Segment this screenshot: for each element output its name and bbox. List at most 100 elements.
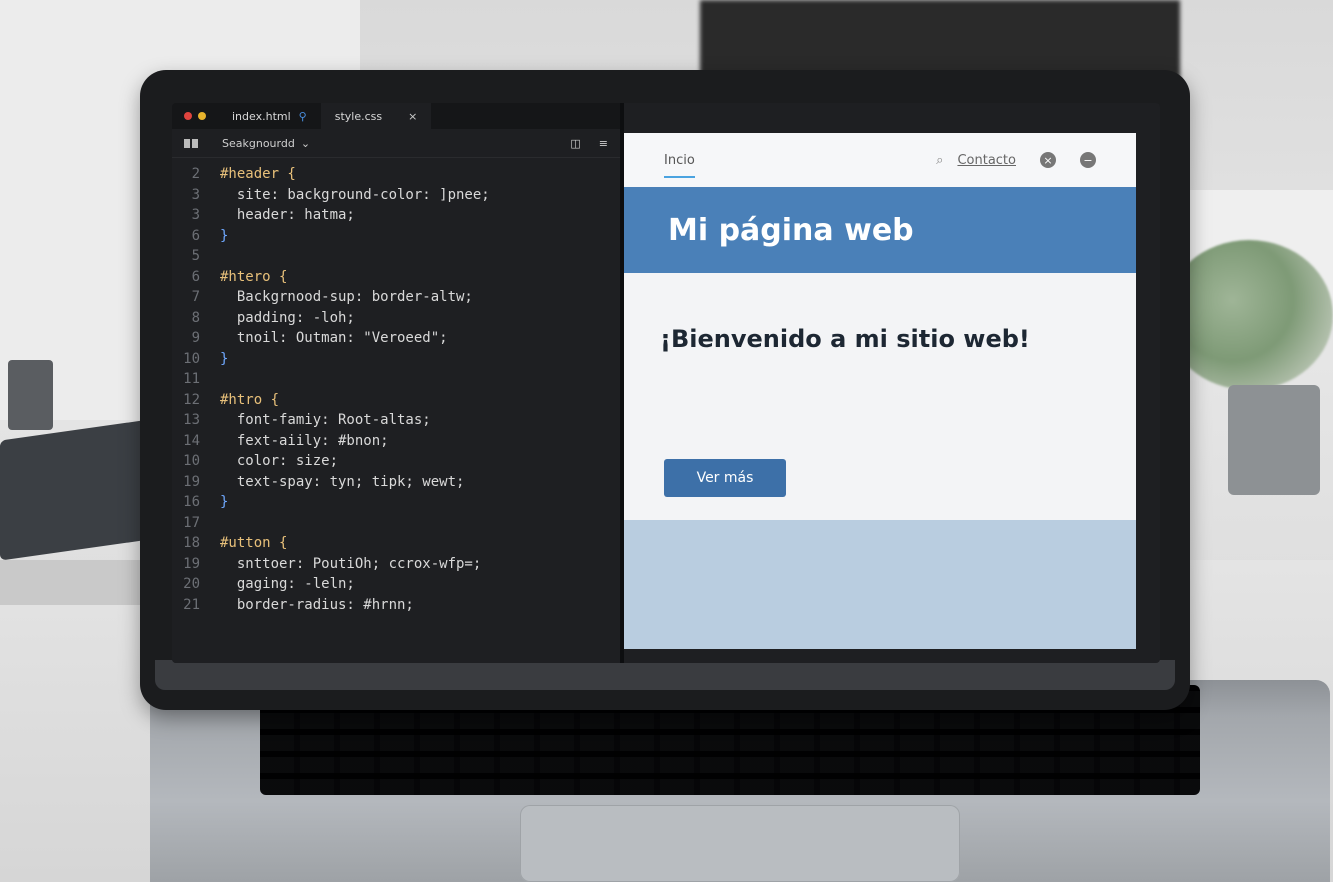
background-plant	[1165, 240, 1333, 390]
code-line[interactable]: 19 text-spay: tyn; tipk; wewt;	[172, 472, 620, 493]
code-area[interactable]: 2 #header { 3 site: background-color: ]pne…	[172, 158, 620, 615]
minimize-window-dot[interactable]	[198, 112, 206, 120]
chevron-down-icon: ⌄	[300, 136, 311, 150]
code-line[interactable]: 11	[172, 369, 620, 390]
laptop-screen: index.html ⚲ style.css × Seakgnourdd ⌄ ◫…	[172, 103, 1160, 663]
code-line[interactable]: 3 header: hatma;	[172, 205, 620, 226]
tab-style-css[interactable]: style.css ×	[320, 103, 432, 129]
code-line[interactable]: 14 fext-aiily: #bnon;	[172, 431, 620, 452]
code-line[interactable]: 13 font-famiy: Root-altas;	[172, 410, 620, 431]
line-text: site: background-color: ]pnee;	[220, 186, 490, 203]
line-text: font-famiy: Root-altas;	[220, 412, 431, 428]
line-text: #htero {	[220, 268, 288, 285]
line-number: 14	[183, 432, 200, 449]
tab-label: index.html	[232, 109, 291, 123]
code-line[interactable]: 21 border-radius: #hrnn;	[172, 595, 620, 616]
symbol-select-label: Seakgnourdd	[222, 136, 295, 150]
line-number: 8	[191, 309, 200, 326]
line-number: 3	[191, 186, 200, 203]
split-view-icon[interactable]: ◫	[570, 137, 580, 150]
line-text: text-spay: tyn; tipk; wewt;	[220, 473, 465, 490]
background-shadow	[700, 0, 1180, 80]
code-line[interactable]: 10 color: size;	[172, 451, 620, 472]
background-notebook	[0, 419, 150, 561]
close-window-dot[interactable]	[184, 112, 192, 120]
hero-banner: Mi página web	[624, 187, 1136, 273]
code-line[interactable]: 18 #utton {	[172, 533, 620, 554]
tab-label: style.css	[334, 109, 383, 123]
line-text: #header {	[220, 166, 296, 182]
ver-mas-button[interactable]: Ver más	[664, 459, 786, 497]
laptop-hinge	[155, 660, 1175, 690]
line-number: 20	[183, 576, 200, 592]
code-line[interactable]: 10}	[172, 349, 620, 370]
line-number: 17	[183, 514, 200, 531]
line-text: border-radius: #hrnn;	[220, 596, 414, 613]
code-line[interactable]: 2 #header {	[172, 164, 620, 185]
code-line[interactable]: 16}	[172, 492, 620, 513]
line-number: 10	[183, 350, 200, 367]
line-text: #htro {	[220, 391, 280, 408]
line-number: 9	[191, 330, 200, 346]
line-number: 3	[191, 207, 200, 223]
laptop-trackpad	[520, 805, 960, 882]
line-text: #utton {	[220, 535, 288, 551]
line-number: 18	[183, 535, 200, 551]
line-number: 19	[183, 555, 200, 572]
line-number: 6	[191, 268, 200, 285]
close-tab-icon[interactable]: ×	[408, 110, 417, 123]
code-line[interactable]: 5	[172, 246, 620, 267]
line-text: snttoer: PoutiOh; ccrox-wfp=;	[220, 555, 482, 572]
plant-pot	[1228, 385, 1320, 495]
nav-link-contact[interactable]: Contacto	[957, 153, 1016, 168]
line-number: 11	[183, 371, 200, 387]
editor-toolbar: Seakgnourdd ⌄ ◫ ≡	[172, 129, 620, 158]
browser-preview: Incio ⌕ Contacto × − Mi página web ¡Bien…	[624, 133, 1136, 649]
symbol-select[interactable]: Seakgnourdd ⌄	[222, 137, 310, 150]
code-line[interactable]: 12 #htro {	[172, 390, 620, 411]
page-title: Mi página web	[668, 212, 914, 248]
line-text: color: size;	[220, 453, 339, 469]
background-book	[0, 560, 150, 605]
main-content: ¡Bienvenido a mi sitio web! Ver más	[624, 273, 1136, 520]
line-number: 10	[183, 453, 200, 469]
line-text: }	[220, 227, 229, 244]
code-line[interactable]: 6}	[172, 226, 620, 247]
search-icon[interactable]: ⌕	[936, 153, 943, 168]
minus-circle-icon[interactable]: −	[1080, 152, 1096, 168]
code-editor: index.html ⚲ style.css × Seakgnourdd ⌄ ◫…	[172, 103, 620, 663]
line-number: 16	[183, 494, 200, 510]
line-number: 13	[183, 412, 200, 428]
close-circle-icon[interactable]: ×	[1040, 152, 1056, 168]
editor-tab-bar: index.html ⚲ style.css ×	[172, 103, 620, 129]
layout-grid-icon[interactable]	[184, 138, 198, 148]
code-line[interactable]: 7 Backgrnood-sup: border-altw;	[172, 287, 620, 308]
code-line[interactable]: 6 #htero {	[172, 267, 620, 288]
line-text: }	[220, 494, 229, 510]
line-number: 19	[183, 473, 200, 490]
line-text: gaging: -leln;	[220, 576, 355, 592]
nav-link-home[interactable]: Incio	[664, 153, 695, 178]
line-text: Backgrnood-sup: border-altw;	[220, 289, 473, 305]
line-text: }	[220, 350, 229, 367]
background-cup	[8, 360, 53, 430]
line-number: 21	[183, 596, 200, 613]
code-line[interactable]: 20 gaging: -leln;	[172, 574, 620, 595]
css-file-icon: ⚲	[298, 109, 307, 123]
line-text: header: hatma;	[220, 207, 355, 223]
site-nav: Incio ⌕ Contacto × −	[624, 133, 1136, 187]
welcome-heading: ¡Bienvenido a mi sitio web!	[660, 325, 1030, 353]
code-line[interactable]: 9 tnoil: Outman: "Veroeed";	[172, 328, 620, 349]
line-number: 2	[191, 166, 200, 182]
code-line[interactable]: 17	[172, 513, 620, 534]
menu-icon[interactable]: ≡	[599, 137, 608, 150]
code-line[interactable]: 3 site: background-color: ]pnee;	[172, 185, 620, 206]
code-line[interactable]: 19 snttoer: PoutiOh; ccrox-wfp=;	[172, 554, 620, 575]
line-text: padding: -loh;	[220, 309, 355, 326]
line-number: 6	[191, 227, 200, 244]
line-number: 7	[191, 289, 200, 305]
tab-index-html[interactable]: index.html ⚲	[218, 103, 321, 129]
code-line[interactable]: 8 padding: -loh;	[172, 308, 620, 329]
line-number: 5	[191, 248, 200, 264]
footer-band	[624, 520, 1136, 649]
